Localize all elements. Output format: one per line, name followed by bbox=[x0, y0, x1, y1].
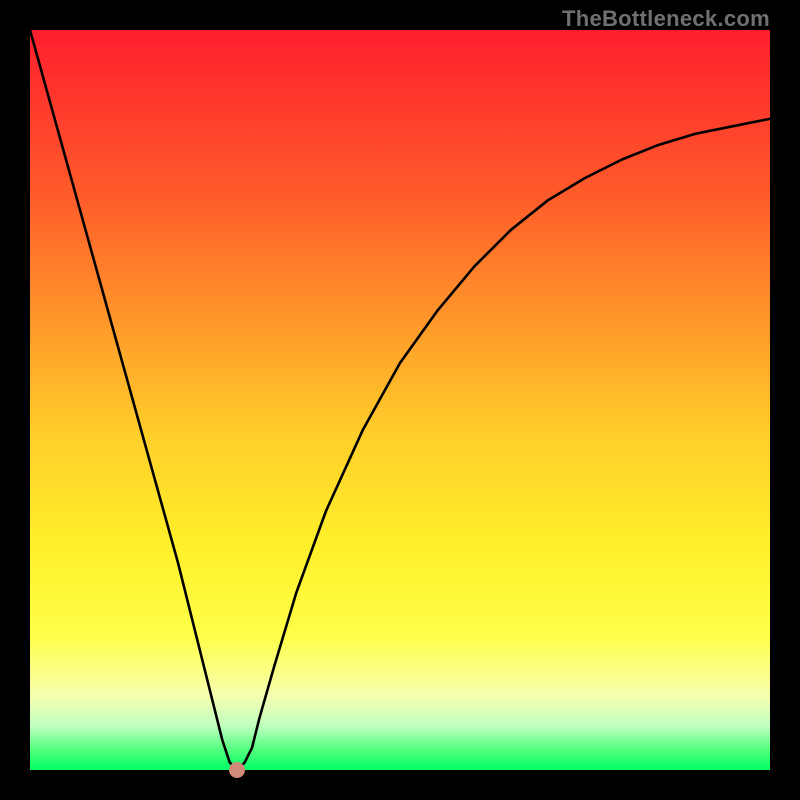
optimum-marker bbox=[229, 762, 245, 778]
source-attribution: TheBottleneck.com bbox=[562, 6, 770, 32]
chart-frame: TheBottleneck.com bbox=[0, 0, 800, 800]
plot-area bbox=[30, 30, 770, 770]
bottleneck-curve bbox=[30, 30, 770, 770]
